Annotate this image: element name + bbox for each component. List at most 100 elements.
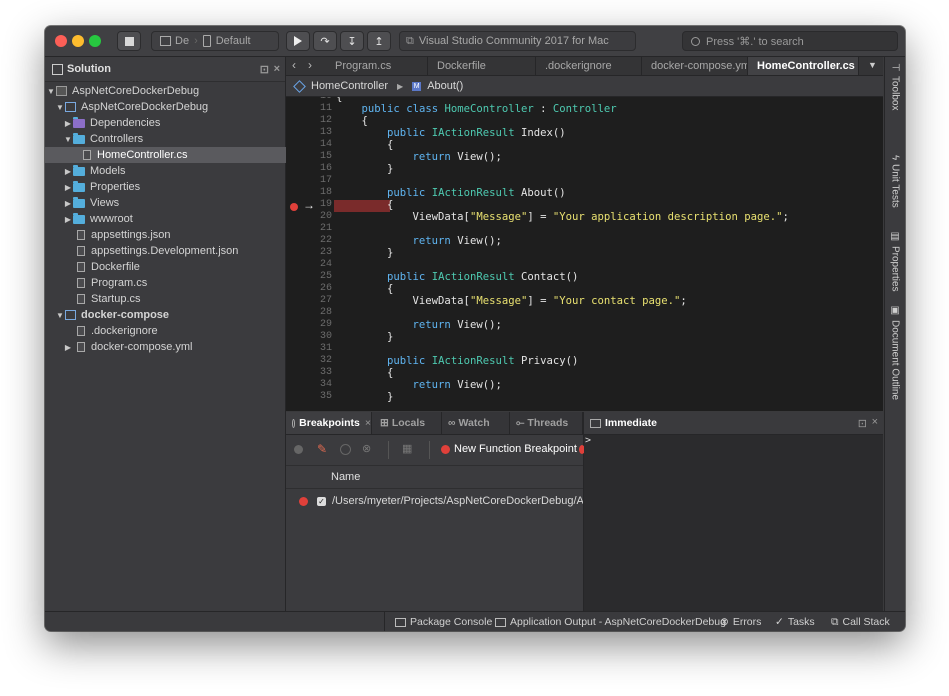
tree-item-appsettings[interactable]: appsettings.json bbox=[45, 227, 317, 243]
close-pad-icon[interactable]: × bbox=[872, 416, 878, 428]
tree-item-properties[interactable]: ▶ Properties bbox=[45, 179, 303, 195]
tree-item-docker-compose-project[interactable]: ▼ docker-compose bbox=[45, 307, 295, 323]
breakpoint-enabled-checkbox[interactable]: ✓ bbox=[317, 496, 326, 506]
breakpoint-marker-icon[interactable] bbox=[290, 203, 298, 211]
tab-overflow-icon[interactable]: ▼ bbox=[868, 60, 877, 70]
tab-locals[interactable]: ⊞ Locals bbox=[374, 412, 442, 434]
debug-pad-tabs: Breakpoints × ⊞ Locals ∞ Watch ⟜ Threads bbox=[286, 412, 583, 435]
code-line[interactable]: return View(); bbox=[336, 235, 502, 247]
disable-all-icon[interactable] bbox=[340, 444, 351, 455]
tree-item-dockerignore[interactable]: .dockerignore bbox=[45, 323, 317, 339]
search-input[interactable]: Press '⌘.' to search bbox=[682, 31, 898, 51]
editor-tab-bar: ‹ › Program.cs Dockerfile .dockerignore … bbox=[286, 57, 883, 76]
zoom-window-button[interactable] bbox=[89, 35, 101, 47]
tree-item-project[interactable]: ▼ AspNetCoreDockerDebug bbox=[45, 99, 295, 115]
step-into-button[interactable]: ↧ bbox=[340, 31, 364, 51]
code-line[interactable]: { bbox=[336, 115, 368, 127]
code-line[interactable]: return View(); bbox=[336, 379, 502, 391]
tree-item-label: appsettings.Development.json bbox=[91, 245, 239, 257]
code-line[interactable]: public IActionResult Index() bbox=[336, 127, 566, 139]
tree-item-views[interactable]: ▶ Views bbox=[45, 195, 303, 211]
tab-program-cs[interactable]: Program.cs bbox=[326, 57, 428, 75]
tab-docker-compose-yml[interactable]: docker-compose.yml bbox=[642, 57, 748, 75]
tab-threads[interactable]: ⟜ Threads bbox=[510, 412, 583, 434]
line-number: 22 bbox=[319, 235, 332, 246]
code-line[interactable]: { bbox=[336, 199, 393, 211]
code-line[interactable]: return View(); bbox=[336, 151, 502, 163]
minimize-window-button[interactable] bbox=[72, 35, 84, 47]
run-configuration-selector[interactable]: De › Default bbox=[151, 31, 279, 51]
rail-toolbox[interactable]: ⊤ Toolbox bbox=[887, 63, 903, 110]
rail-unit-tests[interactable]: ϟ Unit Tests bbox=[887, 155, 903, 208]
breadcrumb-method[interactable]: About() bbox=[427, 80, 463, 92]
code-editor[interactable]: → 10{11 public class HomeController : Co… bbox=[286, 97, 883, 411]
code-line[interactable]: public IActionResult Privacy() bbox=[336, 355, 578, 367]
code-line[interactable]: } bbox=[336, 247, 393, 259]
tab-dockerfile[interactable]: Dockerfile bbox=[428, 57, 536, 75]
tab-homecontroller-cs[interactable]: HomeController.cs bbox=[748, 57, 859, 75]
status-label: Call Stack bbox=[842, 616, 890, 628]
code-line[interactable]: public class HomeController : Controller bbox=[336, 103, 617, 115]
delete-breakpoint-icon[interactable]: ⊗ bbox=[362, 442, 371, 455]
code-line[interactable]: ViewData["Message"] = "Your application … bbox=[336, 211, 789, 223]
tree-item-program[interactable]: Program.cs bbox=[45, 275, 317, 291]
tree-item-homecontroller[interactable]: HomeController.cs bbox=[45, 147, 323, 163]
config-label: De bbox=[175, 35, 190, 47]
step-out-button[interactable]: ↥ bbox=[367, 31, 391, 51]
line-number: 24 bbox=[319, 259, 332, 270]
code-line[interactable]: ViewData["Message"] = "Your contact page… bbox=[336, 295, 687, 307]
tree-item-models[interactable]: ▶ Models bbox=[45, 163, 303, 179]
close-window-button[interactable] bbox=[55, 35, 67, 47]
errors-button[interactable]: ⊗ Errors bbox=[720, 612, 761, 631]
tree-item-solution[interactable]: ▼ AspNetCoreDockerDebug bbox=[45, 83, 286, 99]
line-number: 15 bbox=[319, 151, 332, 162]
code-line[interactable]: { bbox=[336, 367, 393, 379]
new-function-breakpoint-button[interactable]: New Function Breakpoint bbox=[441, 443, 577, 455]
tab-label: Immediate bbox=[605, 417, 657, 429]
tree-item-startup[interactable]: Startup.cs bbox=[45, 291, 317, 307]
toolbox-icon: ⊤ bbox=[889, 63, 901, 72]
code-line[interactable]: public IActionResult Contact() bbox=[336, 271, 578, 283]
breadcrumb-class[interactable]: HomeController bbox=[311, 80, 388, 92]
tab-immediate[interactable]: Immediate bbox=[584, 412, 883, 434]
nav-back-icon[interactable]: ‹ bbox=[292, 58, 296, 72]
close-tab-icon[interactable]: × bbox=[365, 417, 371, 429]
tab-dockerignore[interactable]: .dockerignore bbox=[536, 57, 642, 75]
code-line[interactable]: } bbox=[336, 163, 393, 175]
tree-item-controllers[interactable]: ▼ Controllers bbox=[45, 131, 303, 147]
code-line[interactable]: return View(); bbox=[336, 319, 502, 331]
dock-icon[interactable]: ⊡ bbox=[260, 63, 269, 76]
call-stack-button[interactable]: ⧉ Call Stack bbox=[831, 612, 890, 631]
immediate-console[interactable]: > bbox=[584, 435, 883, 611]
new-breakpoint-icon[interactable]: ✎ bbox=[317, 442, 327, 456]
rail-document-outline[interactable]: ▣ Document Outline bbox=[887, 305, 903, 400]
tasks-button[interactable]: ✓ Tasks bbox=[775, 612, 815, 631]
tree-item-wwwroot[interactable]: ▶ wwwroot bbox=[45, 211, 303, 227]
tab-watch[interactable]: ∞ Watch bbox=[442, 412, 510, 434]
code-line[interactable]: { bbox=[336, 283, 393, 295]
properties-button-icon[interactable]: ▦ bbox=[402, 442, 412, 455]
code-line[interactable]: } bbox=[336, 331, 393, 343]
column-name[interactable]: Name bbox=[331, 471, 360, 483]
breakpoint-row[interactable]: ✓ /Users/myeter/Projects/AspNetCoreDocke… bbox=[286, 493, 583, 509]
enable-all-icon[interactable] bbox=[294, 445, 303, 454]
tree-item-dockerfile[interactable]: Dockerfile bbox=[45, 259, 317, 275]
application-output-button[interactable]: Application Output - AspNetCoreDockerDeb… bbox=[495, 612, 726, 631]
nav-forward-icon[interactable]: › bbox=[308, 58, 312, 72]
immediate-pad-header: Immediate ⊡ × bbox=[584, 412, 883, 435]
tab-breakpoints[interactable]: Breakpoints × bbox=[286, 412, 372, 434]
code-line[interactable]: public IActionResult About() bbox=[336, 187, 566, 199]
expand-right-icon: ▶ bbox=[64, 342, 72, 352]
rail-properties[interactable]: ▤ Properties bbox=[887, 231, 903, 292]
dock-icon[interactable]: ⊡ bbox=[858, 417, 867, 430]
code-line[interactable]: } bbox=[336, 391, 393, 403]
stop-button[interactable] bbox=[117, 31, 141, 51]
run-button[interactable] bbox=[286, 31, 310, 51]
close-pad-icon[interactable]: × bbox=[274, 63, 280, 75]
package-console-button[interactable]: Package Console bbox=[395, 612, 492, 631]
tree-item-docker-compose-yml[interactable]: ▶ docker-compose.yml bbox=[45, 339, 303, 355]
tree-item-dependencies[interactable]: ▶ Dependencies bbox=[45, 115, 303, 131]
code-line[interactable]: { bbox=[336, 139, 393, 151]
step-over-button[interactable]: ↷ bbox=[313, 31, 337, 51]
tree-item-appsettings-dev[interactable]: appsettings.Development.json bbox=[45, 243, 317, 259]
